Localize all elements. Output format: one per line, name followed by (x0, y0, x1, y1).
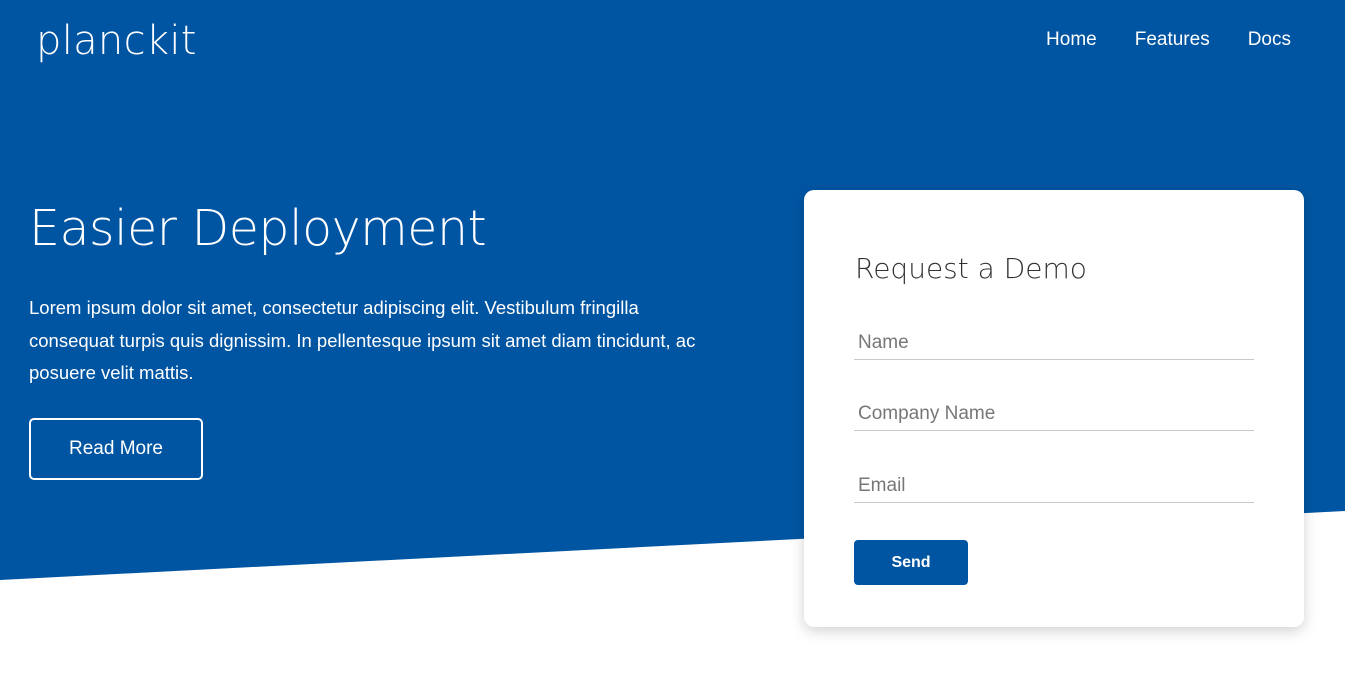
request-demo-card: Request a Demo Send (804, 190, 1304, 627)
brand-logo[interactable]: planckit (36, 18, 197, 64)
email-input[interactable] (854, 469, 1254, 503)
hero-title: Easier Deployment (29, 200, 487, 257)
nav-docs-link[interactable]: Docs (1248, 29, 1291, 51)
read-more-button[interactable]: Read More (29, 418, 203, 480)
landing-page: planckit Home Features Docs Easier Deplo… (0, 0, 1345, 694)
nav-home-link[interactable]: Home (1046, 29, 1097, 51)
nav-features-link[interactable]: Features (1135, 29, 1210, 51)
company-name-input[interactable] (854, 397, 1254, 431)
request-demo-title: Request a Demo (855, 252, 1087, 285)
top-nav: Home Features Docs (1046, 29, 1291, 51)
name-input[interactable] (854, 326, 1254, 360)
send-button[interactable]: Send (854, 540, 968, 585)
hero-description: Lorem ipsum dolor sit amet, consectetur … (29, 297, 696, 383)
